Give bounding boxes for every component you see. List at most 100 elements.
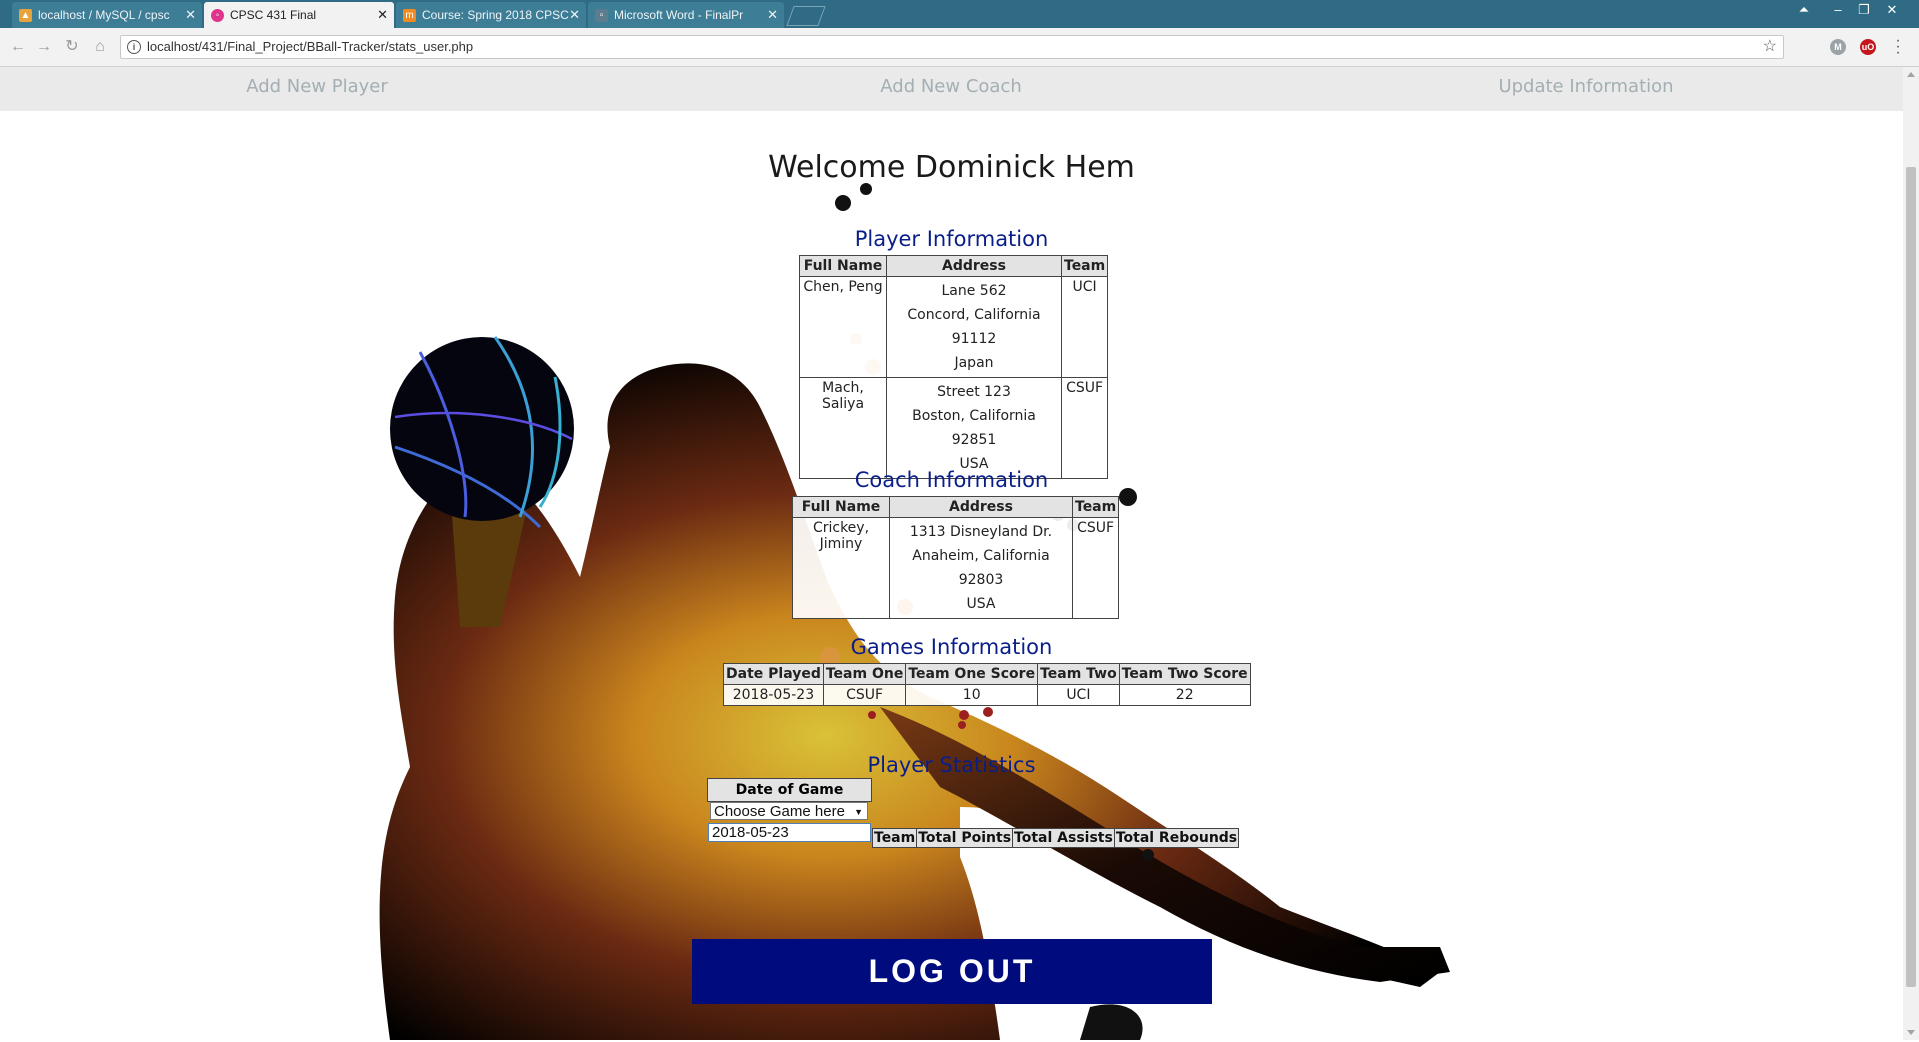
table-header-row: Full Name Address Team xyxy=(799,255,1109,277)
page-scrollbar[interactable] xyxy=(1903,67,1919,1040)
browser-tab-cpsc431[interactable]: ◦ CPSC 431 Final ✕ xyxy=(204,2,394,28)
table-row: 2018-05-23 CSUF 10 UCI 22 xyxy=(723,684,1251,706)
address-cell: Lane 562 Concord, California 91112 Japan xyxy=(886,276,1062,378)
close-icon[interactable]: ✕ xyxy=(569,2,580,28)
coach-information-title: Coach Information xyxy=(854,468,1049,492)
full-name-cell: Mach, Saliya xyxy=(799,377,887,479)
browser-tab-phpmyadmin[interactable]: ▲ localhost / MySQL / cpsc ✕ xyxy=(12,2,202,28)
coach-information-table: Full Name Address Team Crickey, Jiminy 1… xyxy=(792,496,1120,619)
close-icon[interactable]: ✕ xyxy=(185,2,196,28)
games-information-table: Date Played Team One Team One Score Team… xyxy=(723,663,1251,706)
page-icon: ◦ xyxy=(211,9,224,22)
tab-title: localhost / MySQL / cpsc xyxy=(38,8,170,22)
column-header: Address xyxy=(889,496,1073,518)
table-header-row: Full Name Address Team xyxy=(792,496,1120,518)
bookmark-star-icon[interactable]: ☆ xyxy=(1763,36,1777,58)
url-field[interactable]: i localhost/431/Final_Project/BBall-Trac… xyxy=(120,35,1784,59)
forward-icon[interactable]: → xyxy=(34,37,54,57)
scroll-down-icon[interactable] xyxy=(1907,1030,1915,1035)
address-bar: ← → ↻ ⌂ i localhost/431/Final_Project/BB… xyxy=(0,28,1919,67)
column-header: Team xyxy=(1060,255,1109,277)
window-close-icon[interactable]: ✕ xyxy=(1879,0,1905,20)
date-of-game-table: Date of Game xyxy=(707,778,872,802)
browser-tab-bar: ▲ localhost / MySQL / cpsc ✕ ◦ CPSC 431 … xyxy=(0,0,1919,28)
column-header: Date Played xyxy=(723,663,824,685)
address-country: Japan xyxy=(954,355,994,371)
address-cell: 1313 Disneyland Dr. Anaheim, California … xyxy=(889,517,1073,619)
player-statistics-table: Team Total Points Total Assists Total Re… xyxy=(871,828,1240,848)
full-name-cell: Chen, Peng xyxy=(799,276,887,378)
scroll-up-icon[interactable] xyxy=(1907,72,1915,77)
menu-icon[interactable]: · · · xyxy=(1893,33,1903,61)
document-icon: ▫ xyxy=(595,9,608,22)
moodle-icon: m xyxy=(403,9,416,22)
team-two-cell: UCI xyxy=(1037,684,1120,706)
tab-title: Microsoft Word - FinalPr xyxy=(614,8,744,22)
game-select-option[interactable]: 2018-05-23 xyxy=(708,823,871,842)
close-icon[interactable]: ✕ xyxy=(377,2,388,28)
column-header: Total Assists xyxy=(1012,828,1115,848)
tab-title: CPSC 431 Final xyxy=(230,8,317,22)
url-text: localhost/431/Final_Project/BBall-Tracke… xyxy=(147,39,474,54)
team-cell: UCI xyxy=(1060,276,1109,378)
address-city: Boston, California 92851 xyxy=(912,408,1036,448)
welcome-heading: Welcome Dominick Hem xyxy=(768,150,1135,185)
tab-title: Course: Spring 2018 CPSC xyxy=(422,8,569,22)
games-information-title: Games Information xyxy=(850,635,1053,659)
column-header: Address xyxy=(886,255,1062,277)
player-statistics-title: Player Statistics xyxy=(867,753,1036,777)
game-select[interactable]: Choose Game here ▼ xyxy=(710,802,868,820)
ublock-icon[interactable]: uO xyxy=(1860,39,1876,55)
full-name-cell: Crickey, Jiminy xyxy=(792,517,890,619)
page-viewport: Add New Player Add New Coach Update Info… xyxy=(0,67,1903,1040)
top-navigation: Add New Player Add New Coach Update Info… xyxy=(0,67,1903,111)
nav-add-new-player[interactable]: Add New Player xyxy=(246,67,388,107)
info-icon[interactable]: i xyxy=(127,40,141,54)
table-header-row: Team Total Points Total Assists Total Re… xyxy=(871,828,1240,848)
minimize-icon[interactable]: – xyxy=(1825,0,1851,20)
nav-add-new-coach[interactable]: Add New Coach xyxy=(880,67,1021,107)
phpmyadmin-icon: ▲ xyxy=(19,9,32,22)
column-header: Team xyxy=(871,828,918,848)
column-header: Team One xyxy=(822,663,907,685)
player-information-title: Player Information xyxy=(854,227,1049,251)
extension-icon[interactable]: M xyxy=(1830,39,1846,55)
team-cell: CSUF xyxy=(1071,517,1120,619)
player-information-table: Full Name Address Team Chen, Peng Lane 5… xyxy=(799,255,1109,479)
new-tab-button[interactable] xyxy=(786,6,826,26)
logout-button[interactable]: LOG OUT xyxy=(692,939,1212,1004)
column-header: Team xyxy=(1071,496,1120,518)
table-row: Mach, Saliya Street 123 Boston, Californ… xyxy=(799,377,1109,479)
address-street: Lane 562 xyxy=(941,283,1007,299)
game-select-value: Choose Game here xyxy=(714,803,845,820)
back-icon[interactable]: ← xyxy=(8,37,28,57)
column-header: Team Two xyxy=(1037,663,1120,685)
column-header: Team Two Score xyxy=(1118,663,1251,685)
reload-icon[interactable]: ↻ xyxy=(62,37,82,57)
address-city: Concord, California 91112 xyxy=(907,307,1041,347)
nav-update-information[interactable]: Update Information xyxy=(1498,67,1673,107)
column-header: Full Name xyxy=(792,496,890,518)
restore-icon[interactable]: ❐ xyxy=(1851,0,1877,20)
chevron-down-icon: ▼ xyxy=(854,807,863,817)
team-one-score-cell: 10 xyxy=(905,684,1039,706)
column-header: Full Name xyxy=(799,255,887,277)
table-row: Crickey, Jiminy 1313 Disneyland Dr. Anah… xyxy=(792,517,1120,619)
team-one-cell: CSUF xyxy=(822,684,907,706)
browser-tab-word[interactable]: ▫ Microsoft Word - FinalPr ✕ xyxy=(588,2,784,28)
table-row: Chen, Peng Lane 562 Concord, California … xyxy=(799,276,1109,378)
user-icon[interactable]: ⏶ xyxy=(1791,0,1817,20)
home-icon[interactable]: ⌂ xyxy=(90,37,110,57)
scrollbar-thumb[interactable] xyxy=(1906,167,1916,987)
address-city: Anaheim, California 92803 xyxy=(912,548,1050,588)
team-cell: CSUF xyxy=(1060,377,1109,479)
column-header: Team One Score xyxy=(905,663,1039,685)
browser-tab-course[interactable]: m Course: Spring 2018 CPSC ✕ xyxy=(396,2,586,28)
date-played-cell: 2018-05-23 xyxy=(723,684,824,706)
column-header: Total Points xyxy=(916,828,1014,848)
address-cell: Street 123 Boston, California 92851 USA xyxy=(886,377,1062,479)
date-of-game-header: Date of Game xyxy=(707,778,872,802)
team-two-score-cell: 22 xyxy=(1118,684,1251,706)
close-icon[interactable]: ✕ xyxy=(767,2,778,28)
address-street: Street 123 xyxy=(937,384,1011,400)
